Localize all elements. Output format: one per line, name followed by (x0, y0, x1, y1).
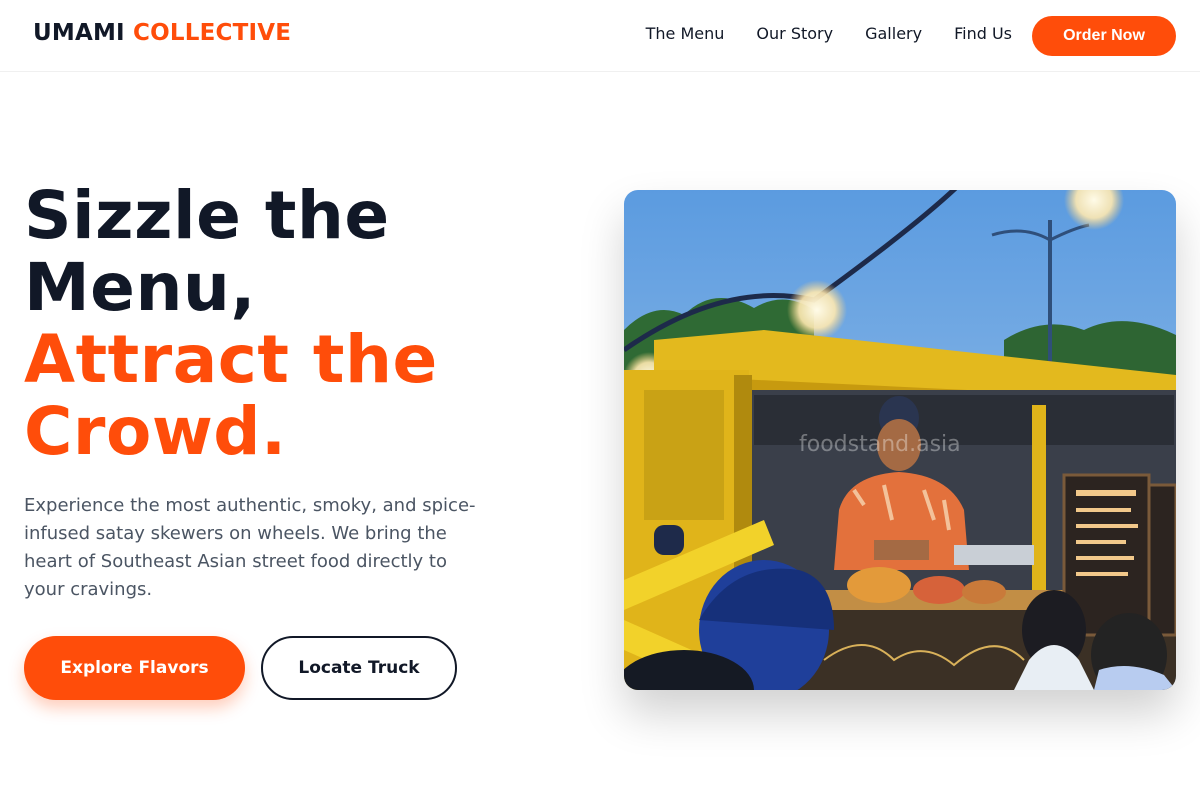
logo-text-collective: COLLECTIVE (133, 20, 292, 46)
hero-title: Sizzle the Menu, Attract the Crowd. (24, 180, 544, 468)
hero-food-truck-image: foodstand.asia (624, 190, 1176, 690)
hero-description: Experience the most authentic, smoky, an… (24, 495, 476, 600)
nav-link-gallery[interactable]: Gallery (865, 24, 922, 43)
hero-title-line-3: Attract the (24, 321, 438, 398)
hero-title-line-2: Menu, (24, 249, 256, 326)
order-now-button[interactable]: Order Now (1032, 16, 1176, 56)
main-nav: The Menu Our Story Gallery Find Us (646, 24, 1012, 43)
locate-truck-button[interactable]: Locate Truck (261, 636, 457, 700)
site-header: UMAMI COLLECTIVE The Menu Our Story Gall… (0, 0, 1200, 72)
logo-text-umami: UMAMI (33, 20, 125, 46)
nav-link-menu[interactable]: The Menu (646, 24, 725, 43)
nav-link-our-story[interactable]: Our Story (756, 24, 833, 43)
nav-link-find-us[interactable]: Find Us (954, 24, 1012, 43)
hero-title-line-1: Sizzle the (24, 177, 390, 254)
logo[interactable]: UMAMI COLLECTIVE (33, 20, 291, 46)
hero-title-line-4: Crowd. (24, 393, 287, 470)
image-watermark: foodstand.asia (799, 432, 961, 457)
explore-flavors-button[interactable]: Explore Flavors (24, 636, 245, 700)
